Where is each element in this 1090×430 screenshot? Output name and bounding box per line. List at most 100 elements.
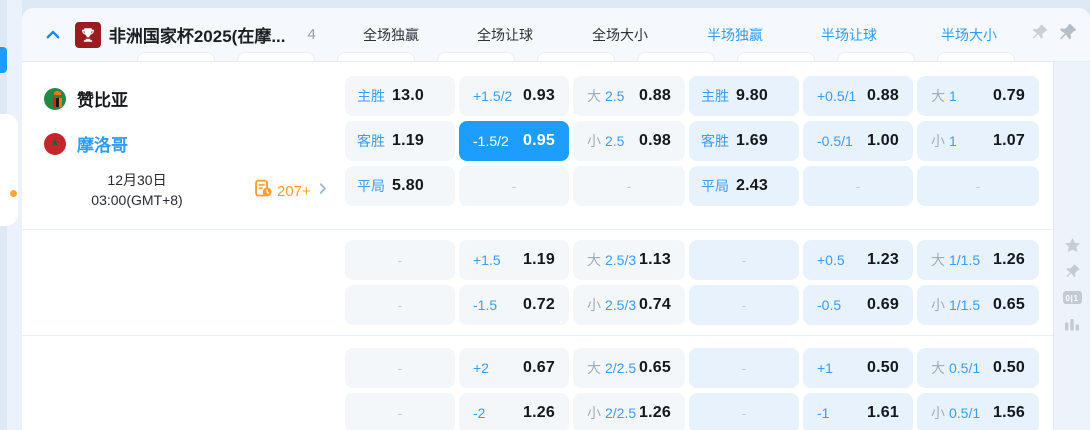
adjacent-card-edge	[0, 114, 18, 226]
tab-full-time-1x2[interactable]: 全场独赢	[336, 25, 446, 45]
odds-cell[interactable]: 小 2.5/3 0.74	[573, 285, 685, 325]
odds-cell[interactable]: 主胜 9.80	[689, 76, 799, 116]
odds-cell-empty: -	[573, 166, 685, 206]
odds-table: 赞比亚 ★ 摩洛哥 12月30日 03:00(GMT+8) 207+ 主胜 13…	[22, 62, 1053, 430]
match-time: 03:00(GMT+8)	[91, 192, 183, 208]
odds-row: 客胜 1.19 -1.5/2 0.95 小 2.5 0.98 客胜 1.69 -0.5/1 1.00…	[345, 121, 1039, 161]
odds-cell-empty: -	[459, 166, 569, 206]
odds-rows-alt-2: - +2 0.67 大 2/2.5 0.65- +1 0.50 大 0.5/1 0.50- -2 1.2…	[345, 348, 1039, 430]
odds-cell[interactable]: -2 1.26	[459, 393, 569, 430]
card-body: 赞比亚 ★ 摩洛哥 12月30日 03:00(GMT+8) 207+ 主胜 13…	[22, 62, 1090, 430]
score-toggle-icon[interactable]: 0|1	[1062, 289, 1082, 306]
odds-cell[interactable]: +0.5/1 0.88	[803, 76, 913, 116]
tab-half-time-over-under[interactable]: 半场大小	[908, 25, 1030, 45]
odds-cell[interactable]: -1 1.61	[803, 393, 913, 430]
tab-half-time-1x2[interactable]: 半场独赢	[680, 25, 790, 45]
odds-group-alt-lines-2: - +2 0.67 大 2/2.5 0.65- +1 0.50 大 0.5/1 0.50- -2 1.2…	[22, 336, 1053, 430]
odds-cell[interactable]: 大 1 0.79	[917, 76, 1039, 116]
score-badge: 0|1	[1062, 291, 1082, 304]
odds-cell[interactable]: 客胜 1.19	[345, 121, 455, 161]
match-datetime: 12月30日 03:00(GMT+8)	[52, 171, 222, 210]
collapse-chevron-up-icon[interactable]	[42, 23, 65, 47]
pushpin-filled-icon[interactable]	[1057, 22, 1078, 48]
markets-count[interactable]: 207+	[277, 183, 311, 200]
odds-board: 非洲国家杯2025(在摩... 4 全场独赢 全场让球 全场大小 半场独赢 半场…	[0, 0, 1090, 430]
chevron-right-icon[interactable]	[315, 181, 330, 201]
odds-cell[interactable]: 主胜 13.0	[345, 76, 455, 116]
odds-cell-empty: -	[803, 166, 913, 206]
adjacent-card-dot	[10, 190, 17, 197]
tab-full-time-handicap[interactable]: 全场让球	[450, 25, 560, 45]
odds-cell[interactable]: -0.5/1 1.00	[803, 121, 913, 161]
odds-group-main: 赞比亚 ★ 摩洛哥 12月30日 03:00(GMT+8) 207+ 主胜 13…	[22, 62, 1053, 230]
odds-rows-main: 主胜 13.0 +1.5/2 0.93 大 2.5 0.88 主胜 9.80 +0.5/1 0.88…	[345, 76, 1039, 216]
pin-match-icon[interactable]	[1062, 263, 1082, 280]
tab-full-time-over-under[interactable]: 全场大小	[564, 25, 676, 45]
odds-cell[interactable]: 平局 2.43	[689, 166, 799, 206]
away-team-name[interactable]: 摩洛哥	[77, 131, 128, 156]
odds-row: 平局 5.80- - 平局 2.43- -	[345, 166, 1039, 206]
odds-cell[interactable]: 大 2/2.5 0.65	[573, 348, 685, 388]
odds-row: 主胜 13.0 +1.5/2 0.93 大 2.5 0.88 主胜 9.80 +0.5/1 0.88…	[345, 76, 1039, 116]
more-markets-link[interactable]: 207+	[254, 179, 330, 203]
odds-cell[interactable]: +1 0.50	[803, 348, 913, 388]
odds-cell[interactable]: 大 2.5/3 1.13	[573, 240, 685, 280]
favorite-star-icon[interactable]	[1062, 237, 1082, 254]
header-pins	[1030, 22, 1090, 48]
home-team-row[interactable]: 赞比亚	[22, 76, 345, 121]
odds-row: - +2 0.67 大 2/2.5 0.65- +1 0.50 大 0.5/1 0.50	[345, 348, 1039, 388]
tool-rail: 0|1	[1053, 62, 1090, 430]
odds-group-alt-lines-1: - +1.5 1.19 大 2.5/3 1.13- +0.5 1.23 大 1/1.5 1.26- -…	[22, 230, 1053, 336]
odds-cell[interactable]: +2 0.67	[459, 348, 569, 388]
league-card: 非洲国家杯2025(在摩... 4 全场独赢 全场让球 全场大小 半场独赢 半场…	[22, 8, 1090, 430]
away-team-row[interactable]: ★ 摩洛哥	[22, 121, 345, 166]
zambia-flag-icon	[44, 87, 66, 110]
league-header: 非洲国家杯2025(在摩... 4 全场独赢 全场让球 全场大小 半场独赢 半场…	[22, 8, 1090, 62]
odds-row: - -1.5 0.72 小 2.5/3 0.74- -0.5 0.69 小 1/1.5 0.65	[345, 285, 1039, 325]
odds-cell[interactable]: -1.5 0.72	[459, 285, 569, 325]
odds-cell-empty: -	[345, 285, 455, 325]
odds-cell[interactable]: 小 2/2.5 1.26	[573, 393, 685, 430]
odds-cell[interactable]: -0.5 0.69	[803, 285, 913, 325]
scrolled-cells-edge	[137, 52, 1067, 61]
odds-row: - -2 1.26 小 2/2.5 1.26- -1 1.61 小 0.5/1 1.56	[345, 393, 1039, 430]
league-trophy-icon	[74, 21, 101, 48]
morocco-flag-icon: ★	[44, 132, 66, 155]
markets-doc-clock-icon	[254, 179, 273, 203]
league-title[interactable]: 非洲国家杯2025(在摩...	[109, 22, 299, 47]
odds-cell[interactable]: 小 2.5 0.98	[573, 121, 685, 161]
odds-cell[interactable]: 大 2.5 0.88	[573, 76, 685, 116]
odds-cell-selected[interactable]: -1.5/2 0.95	[459, 121, 569, 161]
odds-cell[interactable]: 客胜 1.69	[689, 121, 799, 161]
odds-row: - +1.5 1.19 大 2.5/3 1.13- +0.5 1.23 大 1/1.5 1.26	[345, 240, 1039, 280]
match-info[interactable]: 赞比亚 ★ 摩洛哥 12月30日 03:00(GMT+8) 207+	[22, 76, 345, 216]
odds-cell[interactable]: 大 1/1.5 1.26	[917, 240, 1039, 280]
home-team-name[interactable]: 赞比亚	[77, 86, 128, 111]
match-date: 12月30日	[107, 172, 167, 189]
tab-half-time-handicap[interactable]: 半场让球	[794, 25, 904, 45]
odds-cell[interactable]: 大 0.5/1 0.50	[917, 348, 1039, 388]
odds-cell[interactable]: 小 1 1.07	[917, 121, 1039, 161]
odds-cell-empty: -	[689, 240, 799, 280]
match-meta-row: 12月30日 03:00(GMT+8) 207+	[22, 166, 345, 216]
scroll-indicator-bar	[0, 47, 7, 73]
stats-bar-chart-icon[interactable]	[1062, 315, 1082, 332]
odds-cell-empty: -	[917, 166, 1039, 206]
odds-rows-alt-1: - +1.5 1.19 大 2.5/3 1.13- +0.5 1.23 大 1/1.5 1.26- -…	[345, 240, 1039, 325]
market-tabs: 全场独赢 全场让球 全场大小 半场独赢 半场让球 半场大小	[336, 25, 1030, 45]
odds-cell[interactable]: +1.5 1.19	[459, 240, 569, 280]
odds-cell[interactable]: +1.5/2 0.93	[459, 76, 569, 116]
odds-cell[interactable]: +0.5 1.23	[803, 240, 913, 280]
odds-cell-empty: -	[689, 285, 799, 325]
odds-cell[interactable]: 小 0.5/1 1.56	[917, 393, 1039, 430]
odds-cell[interactable]: 小 1/1.5 0.65	[917, 285, 1039, 325]
league-match-count: 4	[307, 26, 316, 43]
odds-cell-empty: -	[345, 348, 455, 388]
pushpin-icon[interactable]	[1030, 23, 1049, 47]
odds-cell[interactable]: 平局 5.80	[345, 166, 455, 206]
odds-cell-empty: -	[345, 240, 455, 280]
odds-cell-empty: -	[689, 348, 799, 388]
odds-cell-empty: -	[345, 393, 455, 430]
